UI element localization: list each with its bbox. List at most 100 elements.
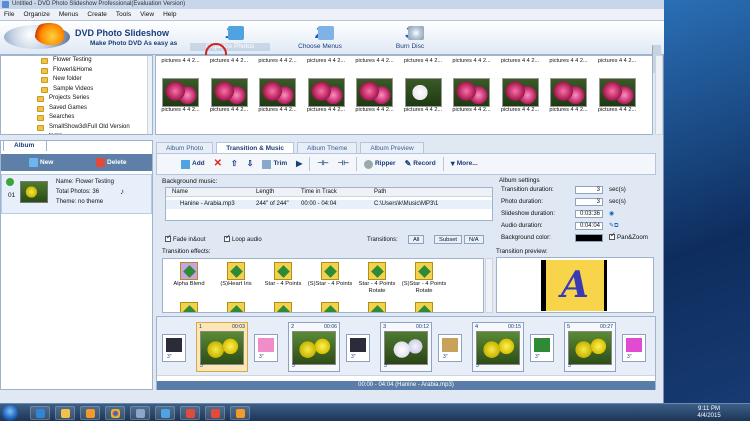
background-color-picker[interactable] [575,234,603,242]
photo-duration-input[interactable]: 3 [575,198,603,206]
photo-thumbnail[interactable]: pictures 4 4 2... [160,58,201,64]
tree-item[interactable]: Projects Series [1,94,152,104]
album-tab[interactable]: Album [3,140,47,151]
photo-thumbnail[interactable]: pictures 4 4 2... [257,58,298,64]
tree-item[interactable]: New folder [1,75,152,85]
step-choose-menus[interactable]: 2 Choose Menus [280,23,360,53]
tree-item[interactable]: Flowerl&Home [1,66,152,76]
taskbar-app5[interactable] [230,406,250,420]
photo-thumbnail[interactable]: pictures 4 4 2... [209,78,250,113]
tree-item[interactable]: Flower Testing [1,56,152,66]
photo-thumbnail[interactable]: pictures 4 4 2... [403,58,444,64]
delete-album-button[interactable]: Delete [96,157,127,168]
storyboard-transition[interactable]: 3" [622,334,646,362]
folder-tree[interactable]: Flower Testing Flowerl&Home New folder Samp… [0,55,153,135]
photo-thumbnail[interactable]: pictures 4 4 2... [451,58,492,64]
menu-file[interactable]: File [4,9,14,20]
refresh-icon[interactable]: ◉ [609,209,614,219]
menu-tools[interactable]: Tools [116,9,131,20]
transition-effect[interactable]: (S)Star - 4 Points [307,262,353,288]
tree-item[interactable]: Saved Games [1,104,152,114]
fade-checkbox[interactable]: Fade in&out [165,233,205,245]
photo-thumbnail[interactable]: pictures 4 4 2... [597,58,638,64]
loop-checkbox[interactable]: Loop audio [224,233,262,245]
transition-duration-input[interactable]: 3 [575,186,603,194]
transition-effects-list[interactable]: Alpha Blend (S)Heart Iris Star - 4 Points (… [162,258,484,313]
transition-effect[interactable] [260,302,306,312]
add-button[interactable]: Add [179,157,207,171]
move-down-button[interactable]: ⇩ [245,157,256,171]
transition-effect[interactable] [166,302,212,312]
storyboard-photo[interactable]: 4 00:15 3" [472,322,524,372]
storyboard-photo[interactable]: 1 00:03 3" [196,322,248,372]
photo-thumbnail[interactable]: pictures 4 4 2... [306,78,347,113]
photo-thumbnail[interactable]: pictures 4 4 2... [500,58,541,64]
taskbar-app4[interactable] [205,406,225,420]
transitions-all-button[interactable]: All [408,235,425,244]
music-timeline[interactable]: 00:00 - 04:04 (Hanine - Arabia.mp3) [157,381,655,390]
fade-out-button[interactable]: ⊣⊢ [336,157,351,171]
music-table-row[interactable]: Hanine - Arabia.mp3 244" of 244" 00:00 -… [166,200,492,209]
tree-item[interactable]: Searches [1,113,152,123]
photo-thumbnail[interactable]: pictures 4 4 2... [403,78,444,113]
transition-effect[interactable] [307,302,353,312]
photo-thumbnail[interactable]: pictures 4 4 2... [209,58,250,64]
sync-icon[interactable]: ✎⧉ [609,221,619,231]
remove-button[interactable]: ✕ [212,157,224,171]
more-button[interactable]: ▾ More... [449,157,480,171]
tab-album-theme[interactable]: Album Theme [297,142,358,153]
tab-album-photo[interactable]: Album Photo [156,142,214,153]
transition-effect[interactable] [354,302,400,312]
photo-thumbnail[interactable]: pictures 4 4 2... [354,58,395,64]
tree-item[interactable]: temp [1,132,152,134]
photo-thumbnail[interactable]: pictures 4 4 2... [597,78,638,113]
taskbar-app3[interactable] [180,406,200,420]
photo-thumbnail[interactable]: pictures 4 4 2... [306,58,347,64]
album-list-item[interactable]: 01 Name: Flower Testing Total Photos: 36… [1,174,152,214]
storyboard-photo[interactable]: 5 00:27 3" [564,322,616,372]
tab-transition-music[interactable]: Transition & Music [216,142,295,153]
menu-organize[interactable]: Organize [23,9,49,20]
music-table[interactable]: Name Length Time in Track Path Hanine - … [165,187,493,221]
move-up-button[interactable]: ⇧ [229,157,240,171]
storyboard-transition[interactable]: 3" [438,334,462,362]
play-button[interactable]: ▶ [294,157,304,171]
new-album-button[interactable]: New [29,157,53,168]
taskbar-ie[interactable] [30,406,50,420]
transition-effect[interactable] [213,302,259,312]
taskbar-app2[interactable] [155,406,175,420]
photo-thumbnail[interactable]: pictures 4 4 2... [548,58,589,64]
record-button[interactable]: ✎ Record [403,157,438,171]
pan-zoom-checkbox[interactable]: Pan&Zoom [609,231,648,243]
taskbar-media[interactable] [80,406,100,420]
effects-scrollbar[interactable] [485,258,493,313]
trim-button[interactable]: Trim [260,157,289,171]
photo-thumbnail[interactable]: pictures 4 4 2... [354,78,395,113]
transition-effect[interactable]: (S)Star - 4 Points Rotate [401,262,447,295]
photo-thumbnail[interactable]: pictures 4 4 2... [451,78,492,113]
storyboard-photo[interactable]: 3 00:12 3" [380,322,432,372]
menu-create[interactable]: Create [87,9,107,20]
photo-browser-scrollbar[interactable] [655,55,663,135]
tab-album-preview[interactable]: Album Preview [360,142,424,153]
transition-effect[interactable]: Star - 4 Points [260,262,306,288]
start-button[interactable] [2,405,18,421]
step-burn-disc[interactable]: 3 Burn Disc [370,23,450,53]
transitions-subset-button[interactable]: Subset [434,235,463,244]
menu-menus[interactable]: Menus [59,9,79,20]
storyboard[interactable]: 00:00 - 04:04 (Hanine - Arabia.mp3) 3" 1 0… [156,316,656,390]
menu-view[interactable]: View [140,9,154,20]
system-tray[interactable]: 9:11 PM 4/4/2015 [668,406,750,420]
taskbar-app1[interactable] [130,406,150,420]
taskbar-chrome[interactable] [105,406,125,420]
ripper-button[interactable]: Ripper [362,157,398,171]
storyboard-transition[interactable]: 3" [346,334,370,362]
storyboard-photo[interactable]: 2 00:06 3" [288,322,340,372]
storyboard-transition[interactable]: 3" [254,334,278,362]
photo-thumbnail[interactable]: pictures 4 4 2... [548,78,589,113]
transition-effect[interactable]: Alpha Blend [166,262,212,288]
storyboard-transition[interactable]: 3" [530,334,554,362]
photo-thumbnail[interactable]: pictures 4 4 2... [500,78,541,113]
photo-browser[interactable]: pictures 4 4 2... pictures 4 4 2... pictur… [155,55,653,135]
menu-help[interactable]: Help [163,9,176,20]
